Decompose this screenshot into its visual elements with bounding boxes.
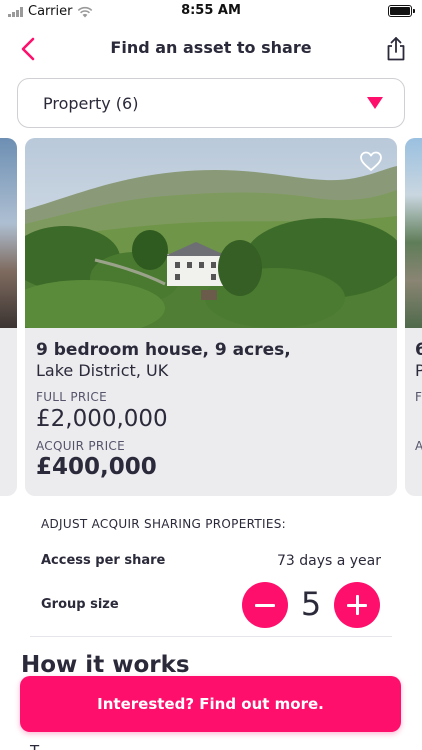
decrease-group-size-button[interactable] — [242, 582, 288, 628]
nav-bar: Find an asset to share — [0, 30, 422, 68]
full-price-label: FULL PRICE — [36, 390, 107, 404]
share-icon[interactable] — [384, 36, 408, 62]
find-out-more-button[interactable]: Interested? Find out more. — [20, 676, 401, 732]
category-selected-value: Property (6) — [43, 94, 139, 113]
listing-photo — [25, 138, 397, 328]
next-listing-card[interactable]: 6 P F A — [405, 138, 422, 496]
previous-listing-image — [0, 138, 17, 328]
listing-location: Lake District, UK — [36, 361, 169, 380]
listing-card[interactable]: 9 bedroom house, 9 acres, Lake District,… — [25, 138, 397, 496]
how-it-works-heading: How it works — [21, 652, 190, 678]
listing-title: 9 bedroom house, 9 acres, — [36, 340, 291, 360]
full-price-value: £2,000,000 — [36, 406, 168, 432]
page-title: Find an asset to share — [110, 38, 312, 57]
section-divider — [30, 636, 392, 637]
next-listing-label-2: A — [415, 439, 422, 453]
heart-icon[interactable] — [359, 150, 383, 172]
plus-icon-vertical — [355, 595, 359, 615]
status-time: 8:55 AM — [181, 3, 241, 18]
next-listing-image — [405, 138, 422, 328]
previous-listing-card[interactable] — [0, 138, 17, 496]
acquir-price-value: £400,000 — [36, 454, 157, 480]
minus-icon — [255, 603, 275, 607]
group-size-value: 5 — [300, 585, 322, 623]
category-dropdown[interactable]: Property (6) — [17, 78, 405, 128]
chevron-left-icon[interactable] — [14, 34, 44, 64]
access-per-share-value: 73 days a year — [276, 553, 381, 569]
next-listing-label-1: F — [415, 390, 422, 404]
next-listing-location: P — [415, 361, 422, 380]
how-it-works-body: T — [30, 742, 39, 750]
status-bar: Carrier 8:55 AM — [0, 0, 422, 22]
next-listing-title: 6 — [415, 340, 422, 360]
caret-down-icon — [367, 97, 383, 109]
increase-group-size-button[interactable] — [334, 582, 380, 628]
access-per-share-label: Access per share — [41, 553, 166, 568]
landscape-photo — [25, 138, 397, 328]
battery-icon — [388, 5, 415, 17]
sharing-section-title: ADJUST ACQUIR SHARING PROPERTIES: — [41, 517, 286, 531]
listing-carousel[interactable]: 9 bedroom house, 9 acres, Lake District,… — [0, 138, 422, 496]
group-size-label: Group size — [41, 597, 119, 612]
acquir-price-label: ACQUIR PRICE — [36, 439, 125, 453]
